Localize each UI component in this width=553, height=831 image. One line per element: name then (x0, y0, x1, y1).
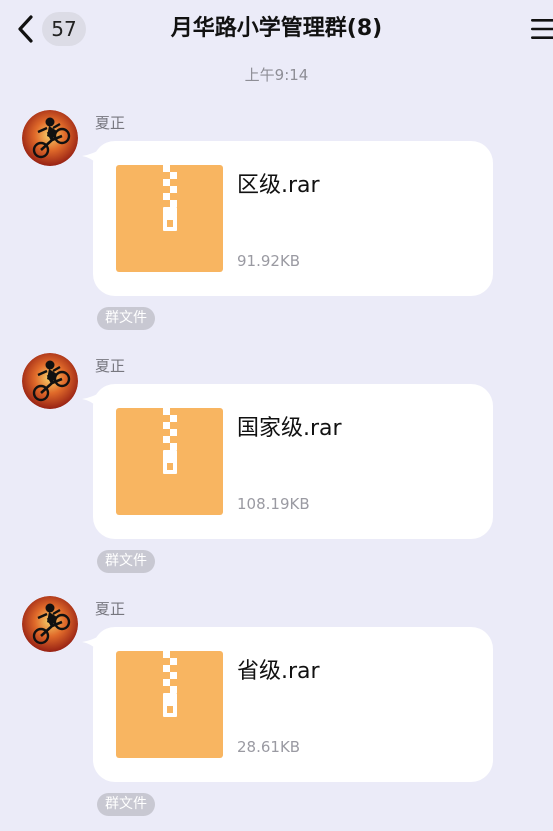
archive-zip-icon (116, 165, 223, 272)
avatar[interactable] (22, 110, 78, 166)
avatar[interactable] (22, 353, 78, 409)
sender-name: 夏正 (95, 600, 126, 618)
avatar-image (22, 353, 78, 409)
group-file-tag: 群文件 (97, 793, 155, 816)
file-name: 国家级.rar (237, 416, 342, 441)
message-timestamp: 上午9:14 (244, 66, 309, 84)
avatar-image (22, 596, 78, 652)
group-file-tag: 群文件 (97, 550, 155, 573)
sender-name: 夏正 (95, 357, 126, 375)
chat-header: 57 月华路小学管理群(8) (0, 0, 553, 58)
sender-name: 夏正 (95, 114, 126, 132)
file-message-bubble[interactable]: 区级.rar 91.92KB (93, 141, 493, 296)
file-size: 108.19KB (237, 495, 310, 513)
avatar-image (22, 110, 78, 166)
file-size: 28.61KB (237, 738, 301, 756)
file-message-bubble[interactable]: 省级.rar 28.61KB (93, 627, 493, 782)
archive-zip-icon (116, 408, 223, 515)
avatar[interactable] (22, 596, 78, 652)
file-name: 省级.rar (237, 659, 320, 684)
hamburger-menu-icon[interactable] (531, 18, 553, 40)
file-message-bubble[interactable]: 国家级.rar 108.19KB (93, 384, 493, 539)
chat-title: 月华路小学管理群(8) (170, 16, 383, 41)
file-name: 区级.rar (237, 173, 320, 198)
file-size: 91.92KB (237, 252, 301, 270)
group-file-tag: 群文件 (97, 307, 155, 330)
archive-zip-icon (116, 651, 223, 758)
